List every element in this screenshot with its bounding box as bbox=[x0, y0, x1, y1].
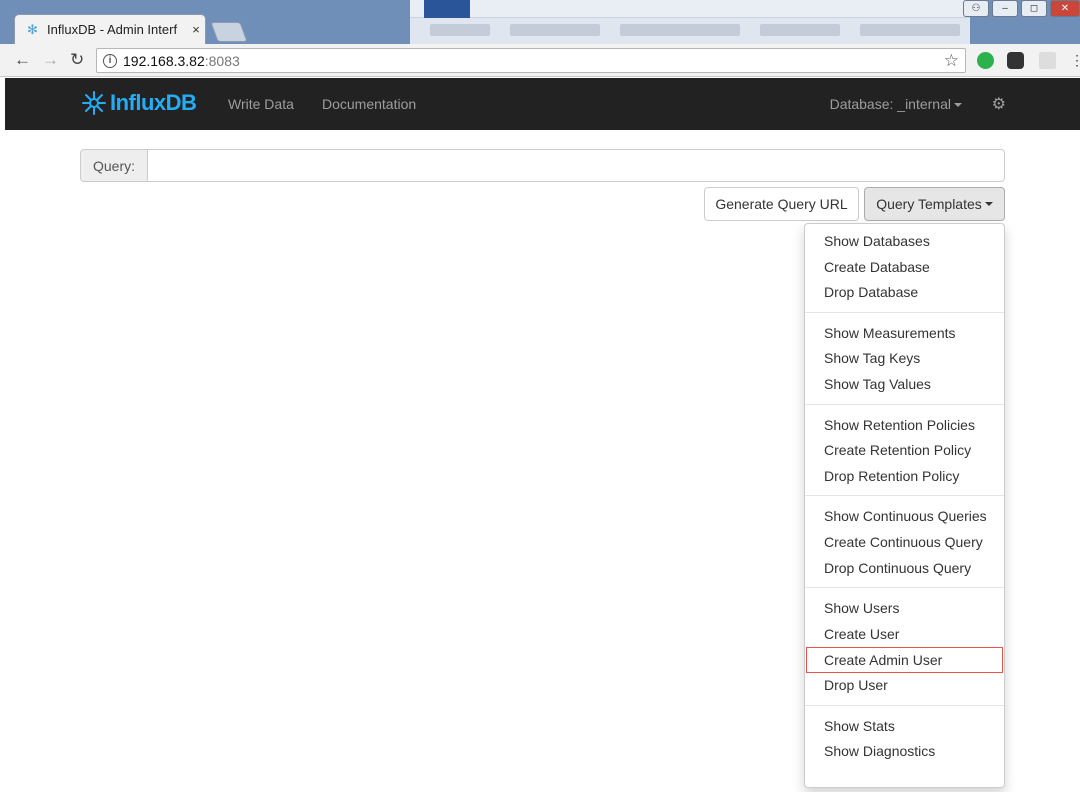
query-templates-menu: Show Databases Create Database Drop Databa… bbox=[804, 223, 1005, 788]
menu-group: Show Measurements Show Tag Keys Show Tag V… bbox=[805, 321, 1004, 405]
menu-item-show-tag-values[interactable]: Show Tag Values bbox=[805, 372, 1004, 398]
tab-close-icon[interactable]: × bbox=[187, 22, 205, 37]
extension-check-icon[interactable] bbox=[977, 52, 994, 69]
menu-item-drop-database[interactable]: Drop Database bbox=[805, 280, 1004, 306]
nav-write-data[interactable]: Write Data bbox=[228, 96, 294, 112]
reload-icon[interactable]: ↻ bbox=[70, 50, 84, 70]
menu-group: Show Stats Show Diagnostics bbox=[805, 714, 1004, 771]
user-icon[interactable]: ⚇ bbox=[963, 0, 989, 17]
extension-incognito-icon[interactable] bbox=[1007, 52, 1024, 69]
query-label: Query: bbox=[80, 149, 148, 182]
menu-item-drop-user[interactable]: Drop User bbox=[805, 673, 1004, 699]
forward-icon[interactable]: → bbox=[42, 50, 59, 70]
menu-kebab-icon[interactable]: ⋮ bbox=[1070, 50, 1080, 70]
menu-item-create-admin-user[interactable]: Create Admin User bbox=[806, 647, 1003, 673]
influxdb-favicon-icon: ✻ bbox=[27, 21, 38, 37]
menu-item-show-tag-keys[interactable]: Show Tag Keys bbox=[805, 346, 1004, 372]
menu-item-show-measurements[interactable]: Show Measurements bbox=[805, 321, 1004, 347]
generate-query-url-button[interactable]: Generate Query URL bbox=[704, 187, 859, 221]
menu-group: Show Continuous Queries Create Continuous… bbox=[805, 504, 1004, 589]
browser-tab-strip: ✻ InfluxDB - Admin Interf × ⚇ – ◻ ✕ bbox=[0, 0, 1080, 44]
background-window bbox=[410, 0, 970, 44]
menu-item-show-stats[interactable]: Show Stats bbox=[805, 714, 1004, 740]
back-icon[interactable]: ← bbox=[14, 50, 31, 70]
influxdb-logo-icon bbox=[82, 91, 106, 115]
maximize-icon[interactable]: ◻ bbox=[1021, 0, 1047, 17]
browser-tab[interactable]: ✻ InfluxDB - Admin Interf × bbox=[14, 14, 206, 44]
menu-item-create-continuous-query[interactable]: Create Continuous Query bbox=[805, 530, 1004, 556]
menu-item-show-retention-policies[interactable]: Show Retention Policies bbox=[805, 413, 1004, 439]
nav-documentation[interactable]: Documentation bbox=[322, 96, 416, 112]
caret-down-icon bbox=[954, 103, 962, 108]
menu-item-drop-continuous-query[interactable]: Drop Continuous Query bbox=[805, 556, 1004, 582]
info-icon[interactable]: i bbox=[103, 53, 117, 68]
tab-title: InfluxDB - Admin Interf bbox=[47, 22, 178, 37]
menu-item-create-user[interactable]: Create User bbox=[805, 622, 1004, 648]
window-controls: ⚇ – ◻ ✕ bbox=[963, 0, 1080, 17]
minimize-icon[interactable]: – bbox=[992, 0, 1018, 17]
query-group: Query: bbox=[80, 149, 1005, 182]
brand-logo[interactable]: InfluxDB bbox=[81, 90, 197, 116]
gear-icon[interactable]: ⚙ bbox=[992, 94, 1006, 114]
url-host: 192.168.3.82 bbox=[123, 52, 205, 69]
menu-group: Show Databases Create Database Drop Databa… bbox=[805, 229, 1004, 313]
top-navbar: InfluxDB Write Data Documentation Databa… bbox=[5, 78, 1080, 130]
menu-item-drop-retention-policy[interactable]: Drop Retention Policy bbox=[805, 464, 1004, 490]
menu-item-show-continuous-queries[interactable]: Show Continuous Queries bbox=[805, 504, 1004, 530]
caret-down-icon bbox=[984, 202, 993, 206]
new-tab-button[interactable] bbox=[210, 22, 248, 42]
menu-item-show-databases[interactable]: Show Databases bbox=[805, 229, 1004, 255]
url-field[interactable]: i 192.168.3.82:8083 ☆ bbox=[96, 48, 966, 73]
menu-item-create-database[interactable]: Create Database bbox=[805, 255, 1004, 281]
address-bar: ← → ↻ i 192.168.3.82:8083 ☆ ⋮ bbox=[0, 44, 1080, 77]
database-selector[interactable]: Database: _internal bbox=[830, 96, 962, 112]
brand-name: InfluxDB bbox=[110, 90, 197, 115]
window-close-icon[interactable]: ✕ bbox=[1050, 0, 1080, 17]
query-templates-button[interactable]: Query Templates bbox=[864, 187, 1005, 221]
menu-item-show-users[interactable]: Show Users bbox=[805, 596, 1004, 622]
query-input[interactable] bbox=[148, 149, 1005, 182]
menu-item-create-retention-policy[interactable]: Create Retention Policy bbox=[805, 438, 1004, 464]
menu-item-show-diagnostics[interactable]: Show Diagnostics bbox=[805, 739, 1004, 765]
bookmark-star-icon[interactable]: ☆ bbox=[944, 51, 959, 71]
menu-group: Show Retention Policies Create Retention … bbox=[805, 413, 1004, 497]
extension-pdf-icon[interactable] bbox=[1039, 52, 1056, 69]
url-port: :8083 bbox=[204, 52, 240, 69]
menu-group: Show Users Create User Create Admin User Dr… bbox=[805, 596, 1004, 706]
